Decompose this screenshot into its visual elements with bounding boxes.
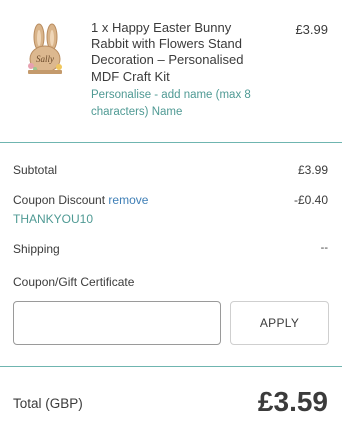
divider [0,366,342,367]
total-value: £3.59 [257,386,328,417]
apply-button[interactable]: APPLY [230,301,329,345]
product-personalisation: Personalise - add name (max 8 characters… [91,89,251,118]
shipping-value: -- [320,242,328,254]
subtotal-label: Subtotal [13,163,58,177]
remove-coupon-link[interactable]: remove [108,193,148,207]
bunny-name-text: Sally [36,54,54,64]
subtotal-value: £3.99 [297,163,328,177]
product-price: £3.99 [295,22,328,37]
product-line-item: Sally 1 x Happy Easter Bunny Rabbit with… [0,0,342,142]
coupon-discount-value: -£0.40 [293,193,328,207]
product-name: 1 x Happy Easter Bunny Rabbit with Flowe… [91,20,244,84]
coupon-discount-text: Coupon Discount [13,193,106,207]
shipping-label: Shipping [13,242,60,256]
coupon-discount-label: Coupon Discount remove [13,193,148,207]
coupon-code-input[interactable] [13,301,221,345]
product-thumbnail: Sally [18,21,74,77]
order-summary: Sally 1 x Happy Easter Bunny Rabbit with… [0,0,342,429]
bunny-decoration-image: Sally [28,23,62,74]
coupon-gift-certificate-label: Coupon/Gift Certificate [13,275,135,289]
total-label: Total (GBP) [13,396,83,411]
divider [0,142,342,143]
coupon-code: THANKYOU10 [13,212,94,226]
